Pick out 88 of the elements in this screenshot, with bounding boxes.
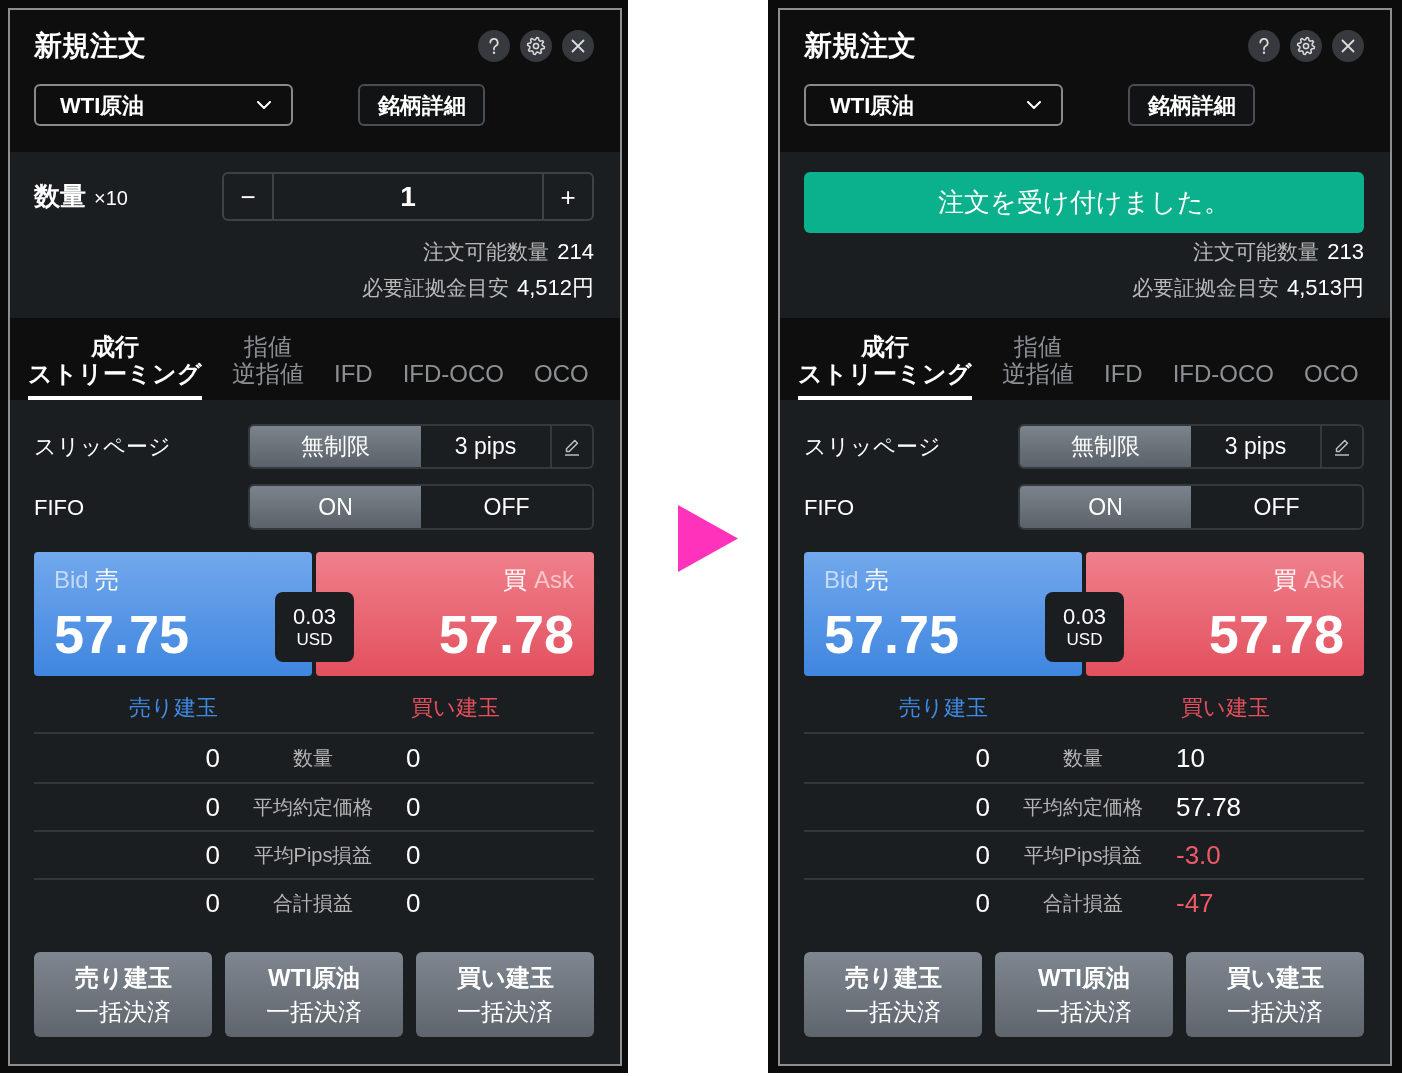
close-icon[interactable] [1332,30,1364,62]
settle-all-button[interactable]: 売り建玉 一括決済 [804,952,982,1037]
close-icon[interactable] [562,30,594,62]
order-type-tab[interactable]: IFD [1104,360,1143,400]
position-row-label: 平均Pips損益 [1023,843,1143,868]
position-row-label: 数量 [293,746,333,771]
sell-position-value: 0 [975,741,990,775]
sell-position-value: 0 [975,790,990,824]
sell-position-value: 0 [975,886,990,920]
decrement-button[interactable]: − [224,174,272,219]
increment-button[interactable]: + [544,174,592,219]
settings-icon[interactable] [1290,30,1322,62]
buy-position-value: -47 [1176,886,1214,920]
setting-label: FIFO [804,493,855,522]
available-quantity-value: 214 [557,239,594,264]
chevron-down-icon [257,101,271,109]
segment-option[interactable]: 3 pips [1191,426,1320,467]
buy-position-value: 0 [406,886,421,920]
arrow-icon [678,504,738,572]
buy-position-value: 0 [406,790,421,824]
buy-position-value: -3.0 [1176,838,1221,872]
spread-badge: 0.03 USD [1045,592,1124,662]
segment-option[interactable]: 無制限 [1020,426,1191,467]
available-quantity-label: 注文可能数量 [423,240,550,263]
detail-button[interactable]: 銘柄詳細 [358,84,485,126]
symbol-dropdown[interactable]: WTI原油 [804,84,1063,126]
help-icon[interactable] [478,30,510,62]
setting-label: FIFO [34,493,85,522]
order-type-tab[interactable]: IFD-OCO [402,360,504,400]
position-row-label: 合計損益 [273,891,353,916]
buy-position-value: 10 [1176,741,1205,775]
order-type-tab[interactable]: OCO [534,360,589,400]
order-type-tab[interactable]: 成行 ストリーミング [798,333,972,400]
panel-title: 新規注文 [804,29,916,63]
sell-position-value: 0 [975,838,990,872]
required-margin-value: 4,512円 [516,275,594,300]
required-margin-value: 4,513円 [1286,275,1364,300]
quantity-label: 数量 [34,180,86,213]
buy-positions-heading: 買い建玉 [1180,696,1270,722]
sell-positions-heading: 売り建玉 [128,696,218,722]
position-row-label: 合計損益 [1043,891,1123,916]
position-row-label: 平均約定価格 [1023,795,1143,820]
position-row-label: 平均約定価格 [253,795,373,820]
buy-position-value: 0 [406,838,421,872]
order-type-tab[interactable]: 成行 ストリーミング [28,333,202,400]
buy-positions-heading: 買い建玉 [410,696,500,722]
quantity-stepper[interactable]: − 1 + [222,172,594,221]
segment-option[interactable]: OFF [1191,486,1362,528]
quantity-field[interactable]: 1 [272,174,544,219]
settle-all-button[interactable]: 売り建玉 一括決済 [34,952,212,1037]
help-icon[interactable] [1248,30,1280,62]
segment-option[interactable]: 3 pips [421,426,550,467]
spread-badge: 0.03 USD [275,592,354,662]
detail-button[interactable]: 銘柄詳細 [1128,84,1255,126]
available-quantity-value: 213 [1327,239,1364,264]
segment-option[interactable]: ON [1020,486,1191,528]
sell-positions-heading: 売り建玉 [898,696,988,722]
order-type-tab[interactable]: OCO [1304,360,1359,400]
position-row-label: 平均Pips損益 [253,843,373,868]
setting-label: スリッページ [804,433,941,461]
settle-all-button[interactable]: 買い建玉 一括決済 [416,952,594,1037]
position-row-label: 数量 [1063,746,1103,771]
setting-label: スリッページ [34,433,171,461]
buy-position-value: 57.78 [1176,790,1242,824]
segment-option[interactable]: ON [250,486,421,528]
panel-title: 新規注文 [34,29,146,63]
sell-position-value: 0 [205,790,220,824]
segment-option[interactable]: OFF [421,486,592,528]
settle-all-button[interactable]: 買い建玉 一括決済 [1186,952,1364,1037]
symbol-dropdown[interactable]: WTI原油 [34,84,293,126]
success-toast: 注文を受け付けました。 [804,172,1364,233]
order-type-tab[interactable]: 指値 逆指値 [232,333,304,400]
sell-position-value: 0 [205,886,220,920]
multiplier-label: ×10 [94,186,128,211]
settings-icon[interactable] [520,30,552,62]
segment-option[interactable]: 無制限 [250,426,421,467]
required-margin-label: 必要証拠金目安 [361,276,509,299]
chevron-down-icon [1027,101,1041,109]
required-margin-label: 必要証拠金目安 [1131,276,1279,299]
settle-all-button[interactable]: WTI原油 一括決済 [995,952,1173,1037]
order-type-tab[interactable]: 指値 逆指値 [1002,333,1074,400]
buy-position-value: 0 [406,741,421,775]
sell-position-value: 0 [205,741,220,775]
order-type-tab[interactable]: IFD [334,360,373,400]
sell-position-value: 0 [205,838,220,872]
settle-all-button[interactable]: WTI原油 一括決済 [225,952,403,1037]
order-type-tab[interactable]: IFD-OCO [1172,360,1274,400]
available-quantity-label: 注文可能数量 [1193,240,1320,263]
